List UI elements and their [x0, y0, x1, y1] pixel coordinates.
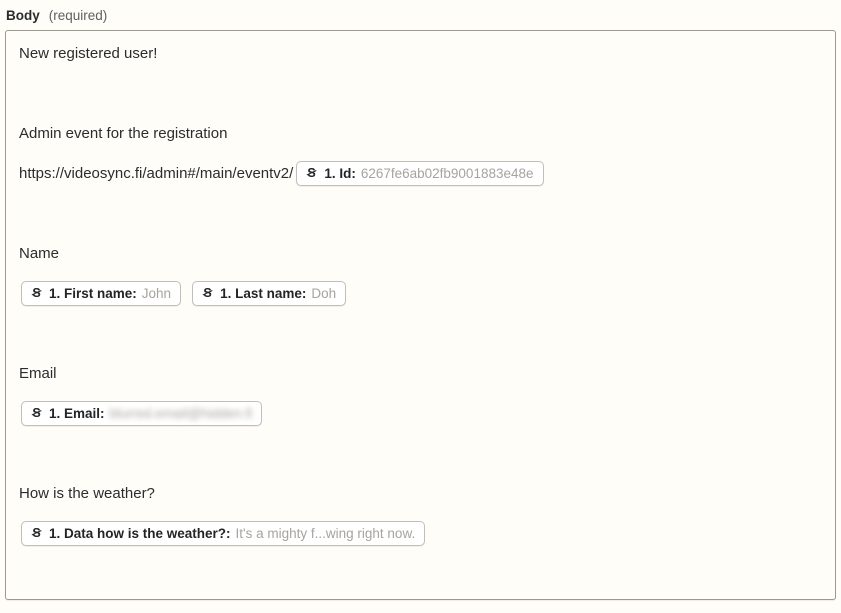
editor-line: S 1. First name: John S 1. Last name: Do… — [19, 273, 822, 313]
editor-line: Admin event for the registration — [19, 113, 822, 153]
body-text: How is the weather? — [19, 485, 155, 502]
field-label-row: Body (required) — [6, 8, 836, 23]
editor-line: New registered user! — [19, 33, 822, 73]
editor-line: How is the weather? — [19, 473, 822, 513]
body-text: New registered user! — [19, 45, 157, 62]
step-s-icon: S — [30, 406, 43, 420]
editor-blank-line — [19, 193, 822, 233]
mapped-field-pill-id[interactable]: S 1. Id: 6267fe6ab02fb9001883e48e — [296, 161, 543, 186]
editor-blank-line — [19, 313, 822, 353]
step-s-icon: S — [30, 286, 43, 300]
editor-line: Name — [19, 233, 822, 273]
editor-blank-line — [19, 73, 822, 113]
pill-label: 1. Data how is the weather?: — [49, 526, 231, 541]
step-s-icon: S — [201, 286, 214, 300]
editor-line: S 1. Email: blurred.email@hidden.fi — [19, 393, 822, 433]
body-text-url: https://videosync.fi/admin#/main/eventv2… — [19, 165, 293, 182]
pill-label: 1. Email: — [49, 406, 105, 421]
body-text: Admin event for the registration — [19, 125, 227, 142]
pill-value: It's a mighty f...wing right now. — [236, 526, 416, 541]
pill-value: 6267fe6ab02fb9001883e48e — [361, 166, 534, 181]
editor-line: Email — [19, 353, 822, 393]
editor-blank-line — [19, 433, 822, 473]
field-label: Body — [6, 8, 40, 23]
pill-label: 1. Id: — [324, 166, 356, 181]
mapped-field-pill-first-name[interactable]: S 1. First name: John — [21, 281, 181, 306]
mapped-field-pill-email[interactable]: S 1. Email: blurred.email@hidden.fi — [21, 401, 262, 426]
pill-value-redacted: blurred.email@hidden.fi — [110, 406, 253, 421]
pill-label: 1. First name: — [49, 286, 137, 301]
required-note: (required) — [49, 8, 108, 23]
mapped-field-pill-last-name[interactable]: S 1. Last name: Doh — [192, 281, 346, 306]
body-editor[interactable]: New registered user! Admin event for the… — [5, 30, 836, 600]
pill-value: Doh — [311, 286, 336, 301]
step-s-icon: S — [30, 526, 43, 540]
editor-line: https://videosync.fi/admin#/main/eventv2… — [19, 153, 822, 193]
step-s-icon: S — [305, 166, 318, 180]
editor-line: S 1. Data how is the weather?: It's a mi… — [19, 513, 822, 553]
mapped-field-pill-weather[interactable]: S 1. Data how is the weather?: It's a mi… — [21, 521, 425, 546]
pill-value: John — [142, 286, 171, 301]
pill-label: 1. Last name: — [220, 286, 306, 301]
body-text: Email — [19, 365, 57, 382]
body-text: Name — [19, 245, 59, 262]
